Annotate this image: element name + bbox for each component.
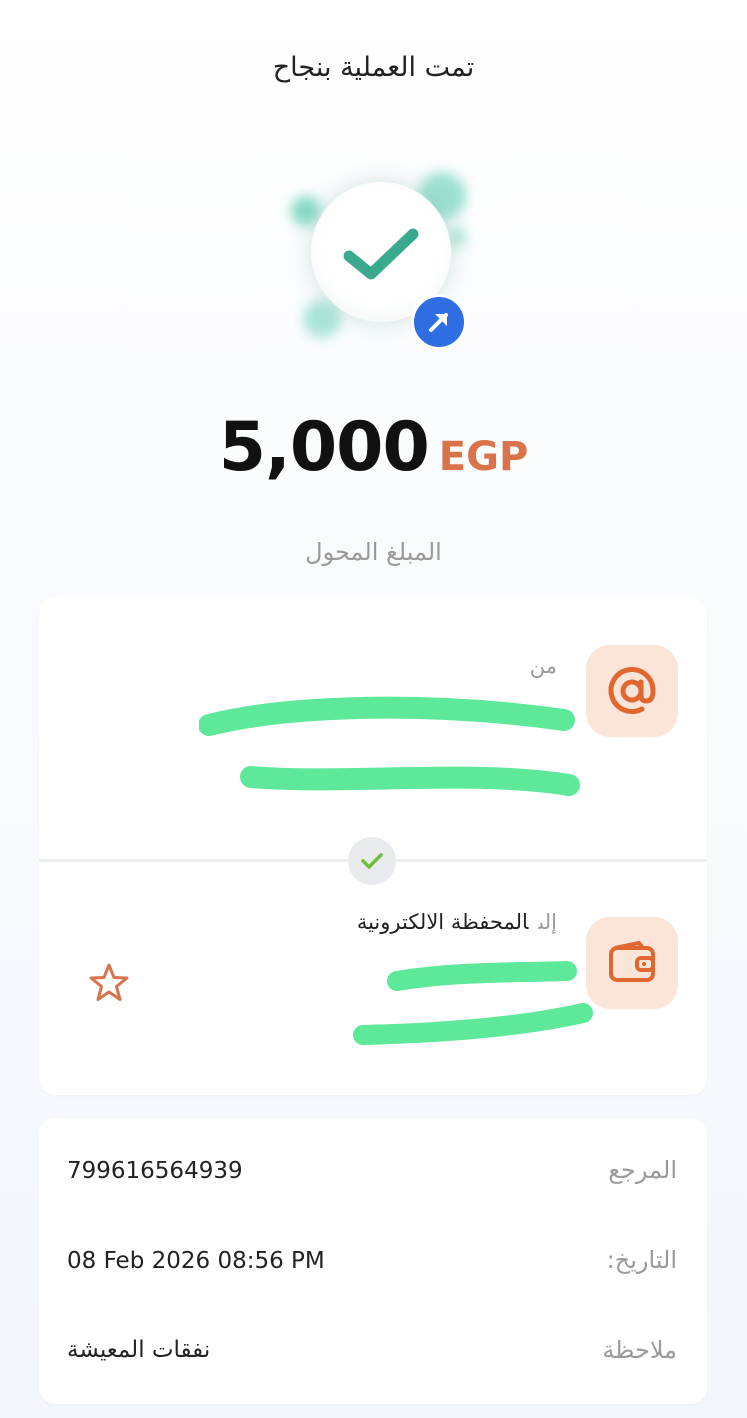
reference-value: 799616564939: [67, 1158, 243, 1184]
amount-label: المبلغ المحول: [305, 538, 442, 566]
transfer-parties-card: من إلى المحفظة الالكترونية: [39, 597, 707, 1095]
small-check-icon: [348, 837, 396, 885]
to-destination: المحفظة الالكترونية: [356, 910, 529, 934]
note-value: نفقات المعيشة: [67, 1337, 211, 1363]
check-icon: [343, 228, 419, 280]
transaction-details-card: المرجع 799616564939 التاريخ: 08 Feb 2026…: [39, 1118, 707, 1404]
page-title: تمت العملية بنجاح: [272, 52, 475, 83]
to-label: إلى: [538, 910, 557, 934]
amount-display: 5,000 EGP: [0, 408, 747, 487]
note-label: ملاحظة: [602, 1336, 677, 1364]
redacted-recipient-name: [387, 961, 577, 991]
reference-label: المرجع: [608, 1156, 677, 1184]
sent-arrow-icon: [411, 294, 467, 350]
amount-currency: EGP: [438, 434, 529, 480]
amount-value: 5,000: [218, 408, 430, 487]
wallet-icon: [586, 917, 678, 1009]
from-label: من: [529, 654, 557, 678]
redacted-sender-account: [240, 766, 580, 796]
redacted-recipient-number: [353, 1003, 593, 1045]
favorite-star-icon[interactable]: [87, 961, 131, 1005]
date-label: التاريخ:: [606, 1246, 677, 1274]
at-sign-icon: [586, 645, 678, 737]
success-illustration: [273, 160, 483, 370]
date-value: 08 Feb 2026 08:56 PM: [67, 1248, 325, 1274]
to-line: إلى المحفظة الالكترونية: [357, 910, 557, 934]
redacted-sender-name: [199, 696, 575, 736]
